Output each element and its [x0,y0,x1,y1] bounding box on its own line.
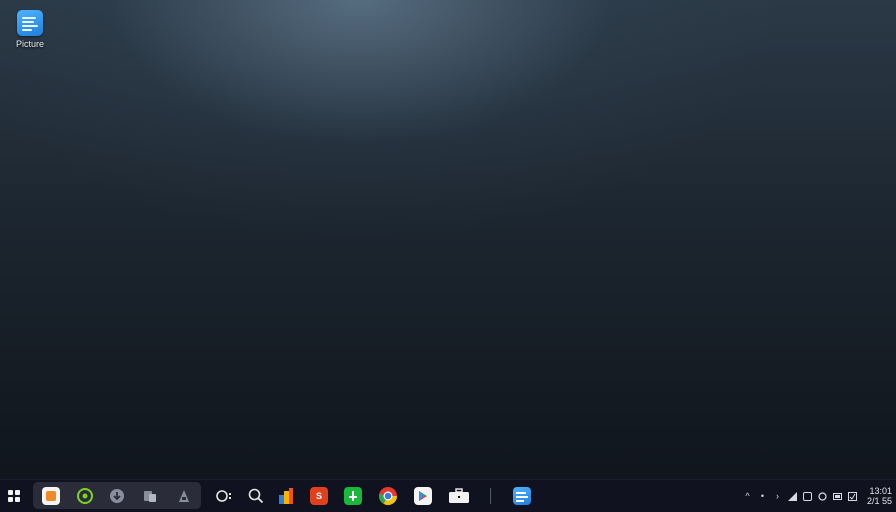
clock[interactable]: 13:01 2/1 55 [867,486,892,506]
green-app-icon [344,487,362,505]
paint-button[interactable] [173,485,195,507]
picture-viewer-icon [513,487,531,505]
picture-viewer-button[interactable] [511,485,533,507]
search-icon [248,488,264,504]
play-store-icon [414,487,432,505]
briefcase-icon [449,488,469,503]
chat-bubble-icon [77,488,93,504]
chrome-button[interactable] [377,485,399,507]
office-app-button[interactable]: S [308,485,330,507]
desktop[interactable]: Picture S ^ • › 13:01 2/1 55 [0,0,896,512]
ms-office-icon [279,488,293,504]
system-tray: ^ • › 13:01 2/1 55 [743,480,892,512]
office-app-icon: S [310,487,328,505]
task-view-icon [216,490,231,502]
taskbar-separator [490,488,491,504]
wifi-signal-icon[interactable] [787,491,797,501]
picture-app-icon [17,10,43,36]
file-explorer-button[interactable] [40,485,62,507]
file-explorer-icon [42,487,60,505]
search-button[interactable] [245,485,267,507]
battery-icon[interactable] [832,492,842,501]
clock-date: 2/1 55 [866,496,892,506]
power-icon[interactable] [818,491,827,501]
dot-icon[interactable]: • [758,491,767,501]
windows-logo-icon [8,490,20,502]
start-button[interactable] [3,485,25,507]
photos-button[interactable] [139,485,161,507]
download-icon [110,489,124,503]
chrome-icon [378,487,397,506]
desktop-icon-label: Picture [15,39,44,49]
paint-icon [179,490,189,502]
notification-icon[interactable] [847,491,857,501]
download-button[interactable] [106,485,128,507]
play-store-button[interactable] [412,485,434,507]
photos-icon [144,491,156,502]
briefcase-button[interactable] [448,485,470,507]
green-app-button[interactable] [342,485,364,507]
caret-icon[interactable]: › [773,491,782,501]
clock-time: 13:01 [869,486,892,496]
ms-office-button[interactable] [275,485,297,507]
volume-icon[interactable] [802,491,812,501]
task-view-button[interactable] [213,485,235,507]
chevron-up-icon[interactable]: ^ [743,491,752,501]
desktop-icon-picture[interactable]: Picture [8,10,52,49]
chat-button[interactable] [74,485,96,507]
taskbar: S ^ • › 13:01 2/1 55 [0,479,896,512]
